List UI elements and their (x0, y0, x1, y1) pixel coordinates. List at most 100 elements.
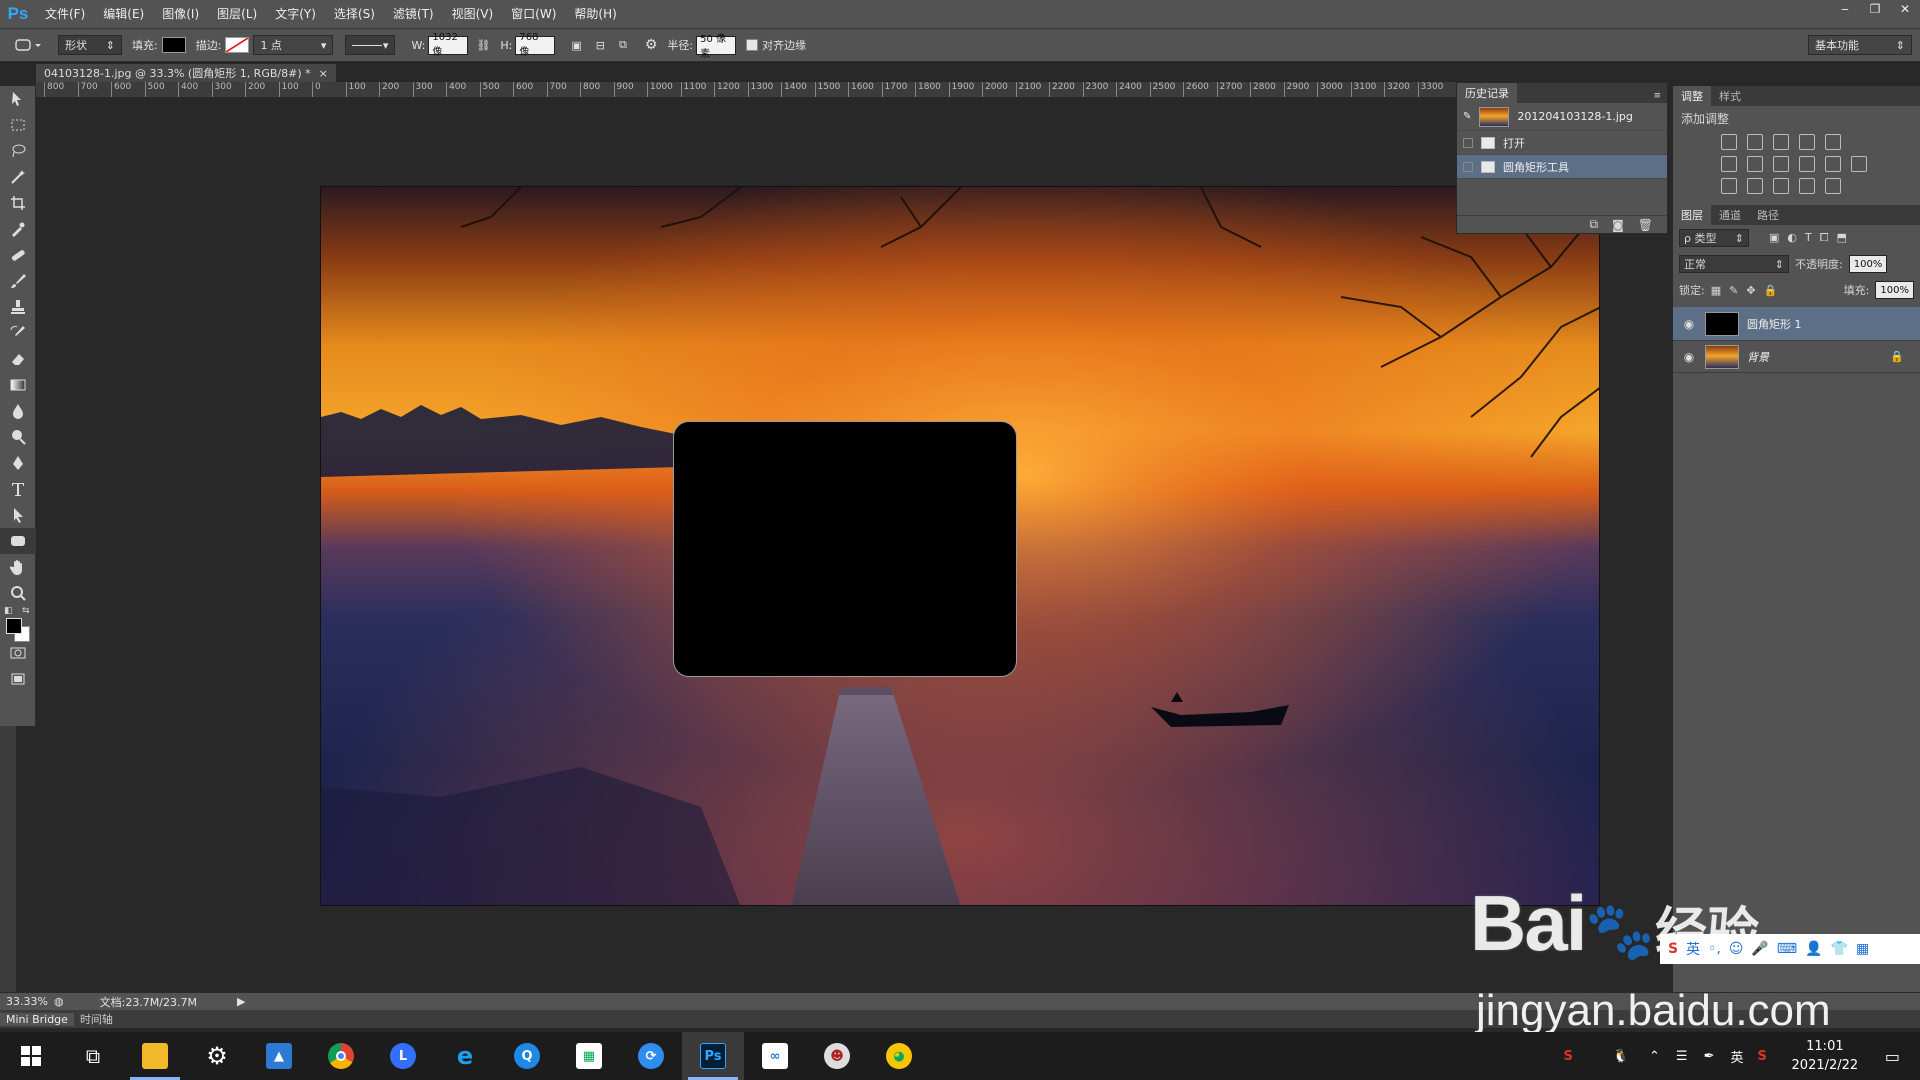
magic-wand-tool[interactable] (0, 164, 36, 190)
history-snapshot[interactable]: ✎ 201204103128-1.jpg (1457, 103, 1667, 131)
align-edges-checkbox[interactable] (746, 39, 759, 51)
dodge-tool[interactable] (0, 424, 36, 450)
lasso-tool[interactable] (0, 138, 36, 164)
path-selection-tool[interactable] (0, 502, 36, 528)
menu-layer[interactable]: 图层(L) (208, 0, 266, 28)
workspace-select[interactable]: 基本功能 ⇕ (1808, 35, 1912, 55)
color-balance-icon[interactable] (1747, 156, 1763, 172)
tab-history[interactable]: 历史记录 (1457, 83, 1517, 103)
ime-toolbar[interactable]: S 英 ◦, ☺ 🎤 ⌨ 👤 👕 ▦ (1660, 934, 1920, 964)
fill-input[interactable]: 100% (1875, 281, 1914, 299)
chrome-button[interactable] (310, 1032, 372, 1080)
history-source-box[interactable] (1463, 161, 1473, 172)
menu-type[interactable]: 文字(Y) (266, 0, 325, 28)
levels-icon[interactable] (1747, 134, 1763, 150)
default-colors-icon[interactable]: ◧ (4, 606, 13, 616)
baidu-netdisk-button[interactable]: ∞ (744, 1032, 806, 1080)
eye-icon[interactable]: ◉ (1681, 350, 1697, 364)
tab-layers[interactable]: 图层 (1673, 205, 1711, 225)
menu-window[interactable]: 窗口(W) (502, 0, 565, 28)
qq-browser-button[interactable]: Q (496, 1032, 558, 1080)
brightness-icon[interactable] (1721, 134, 1737, 150)
tool-preset-button[interactable] (14, 35, 44, 55)
clock[interactable]: 11:01 2021/2/22 (1775, 1037, 1875, 1075)
sogou-ime-icon[interactable]: S (1758, 1049, 1767, 1064)
path-ops-icon[interactable]: ▣ (571, 39, 581, 52)
ruler-horizontal[interactable]: 800 700 600 500 400 300 200 100 0 100 200 300 400 500… (36, 82, 1456, 98)
color-swatches[interactable]: ◧ ⇆ (0, 606, 35, 642)
threshold-icon[interactable] (1773, 178, 1789, 194)
minimize-button[interactable]: ‒ (1830, 0, 1860, 20)
ime-punct-icon[interactable]: ◦, (1708, 941, 1721, 957)
move-tool[interactable] (0, 86, 36, 112)
vibrance-icon[interactable] (1825, 134, 1841, 150)
type-tool[interactable] (0, 476, 36, 502)
document-canvas[interactable] (320, 186, 1600, 906)
lark-button[interactable]: L (372, 1032, 434, 1080)
fill-swatch[interactable] (161, 37, 186, 53)
height-input[interactable]: 768 像 (515, 32, 556, 58)
task-view-button[interactable]: ⧉ (62, 1032, 124, 1080)
black-white-icon[interactable] (1773, 156, 1789, 172)
camera-icon[interactable]: ◙ (1612, 218, 1624, 232)
swap-colors-icon[interactable]: ⇆ (22, 606, 30, 616)
layer-kind-filter[interactable]: ρ 类型 ⇕ (1679, 229, 1749, 247)
qq-tray-icon[interactable]: 🐧 (1613, 1049, 1629, 1064)
photoshop-taskbar-button[interactable]: Ps (682, 1032, 744, 1080)
hand-tool[interactable] (0, 554, 36, 580)
eyedropper-tool[interactable] (0, 216, 36, 242)
ime-skin-icon[interactable]: 👕 (1831, 941, 1848, 957)
gradient-tool[interactable] (0, 372, 36, 398)
eraser-tool[interactable] (0, 346, 36, 372)
settings-button[interactable]: ⚙ (186, 1032, 248, 1080)
history-step[interactable]: 打开 (1457, 131, 1667, 155)
ball-app-button[interactable]: ◕ (868, 1032, 930, 1080)
close-button[interactable]: ✕ (1890, 0, 1920, 20)
screen-mode-button[interactable] (0, 666, 36, 692)
network-icon[interactable]: ☰ (1676, 1049, 1688, 1064)
mode-select[interactable]: 形状 ⇕ (58, 35, 122, 55)
ime-grid-icon[interactable]: ▦ (1856, 941, 1869, 957)
sogou-app-button[interactable]: ⟳ (620, 1032, 682, 1080)
layer-row[interactable]: ◉ 背景 🔒 (1673, 341, 1920, 373)
color-lookup-icon[interactable] (1851, 156, 1867, 172)
chevron-up-icon[interactable]: ⌃ (1649, 1049, 1660, 1064)
curves-icon[interactable] (1773, 134, 1789, 150)
photo-filter-icon[interactable] (1799, 156, 1815, 172)
tab-mini-bridge[interactable]: Mini Bridge (0, 1012, 74, 1026)
blend-mode-select[interactable]: 正常 ⇕ (1679, 255, 1789, 273)
panel-menu-icon[interactable]: ≡ (1647, 89, 1667, 103)
radius-input[interactable]: 50 像素 (696, 34, 737, 60)
tab-styles[interactable]: 样式 (1711, 86, 1749, 106)
stroke-type-select[interactable]: ▾ (345, 35, 396, 55)
ruler-vertical[interactable] (0, 726, 16, 996)
foreground-color[interactable] (6, 618, 22, 634)
new-document-from-state-icon[interactable]: ⧉ (1590, 217, 1599, 232)
sogou-icon[interactable]: S (1668, 941, 1678, 957)
lock-icons[interactable]: ▦✎✥🔒 (1711, 284, 1786, 297)
start-button[interactable] (0, 1032, 62, 1080)
tab-channels[interactable]: 通道 (1711, 205, 1749, 225)
quick-mask-button[interactable] (0, 640, 36, 666)
share-icon[interactable]: ◍ (54, 995, 64, 1008)
file-explorer-button[interactable] (124, 1032, 186, 1080)
rounded-rectangle-tool[interactable] (0, 528, 36, 554)
history-step[interactable]: 圆角矩形工具 (1457, 155, 1667, 179)
stamp-tool[interactable] (0, 294, 36, 320)
ime-mic-icon[interactable]: 🎤 (1751, 941, 1768, 957)
menu-filter[interactable]: 滤镜(T) (384, 0, 443, 28)
layer-filter-icons[interactable]: ▣◐T⧠⬒ (1769, 231, 1855, 245)
tab-adjustments[interactable]: 调整 (1673, 86, 1711, 106)
exposure-icon[interactable] (1799, 134, 1815, 150)
link-icon[interactable]: ⛓ (476, 39, 490, 52)
menu-help[interactable]: 帮助(H) (565, 0, 625, 28)
notification-icon[interactable]: ▭ (1885, 1047, 1900, 1066)
stroke-width-select[interactable]: 1 点 ▾ (253, 35, 334, 55)
blur-tool[interactable] (0, 398, 36, 424)
history-source-box[interactable] (1463, 137, 1473, 148)
selective-color-icon[interactable] (1799, 178, 1815, 194)
tab-paths[interactable]: 路径 (1749, 205, 1787, 225)
menu-view[interactable]: 视图(V) (443, 0, 503, 28)
healing-tool[interactable] (0, 242, 36, 268)
invert-icon[interactable] (1721, 178, 1737, 194)
